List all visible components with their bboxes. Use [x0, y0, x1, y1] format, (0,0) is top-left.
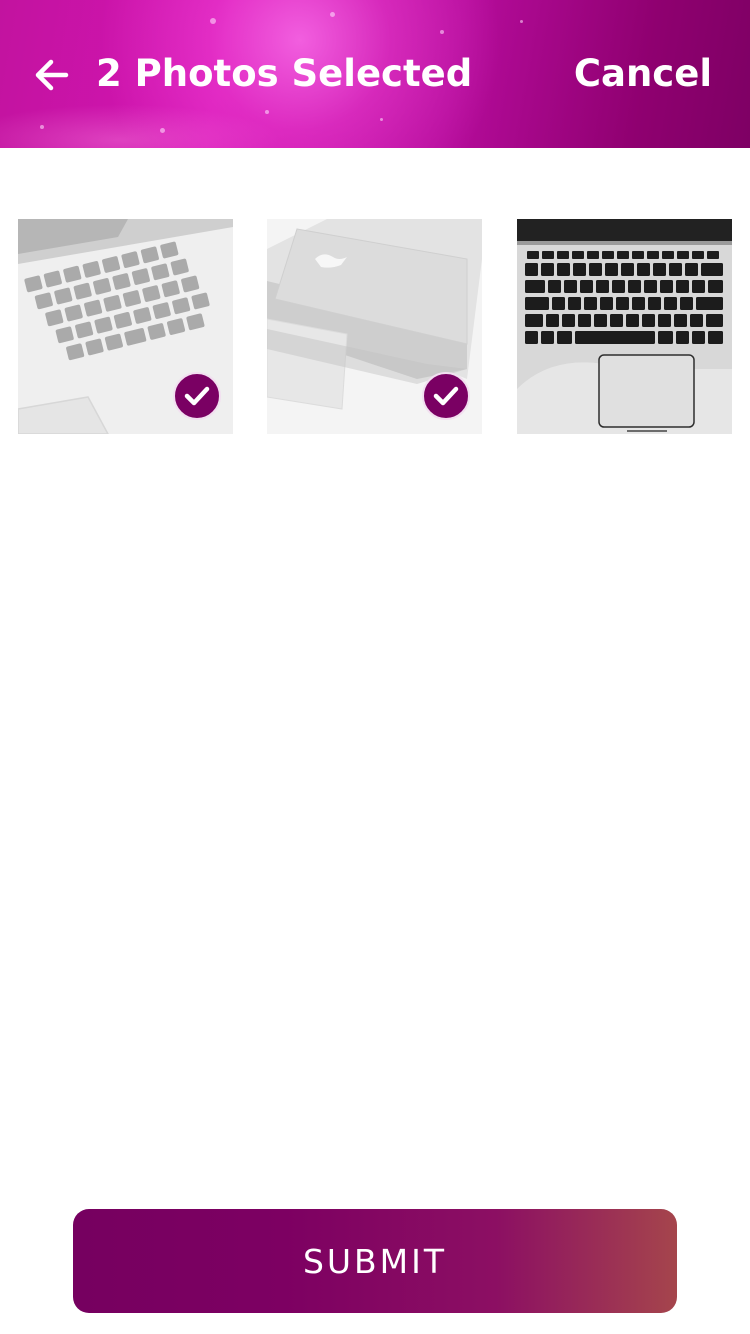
checkmark-icon — [433, 386, 459, 406]
photo-thumbnail-1[interactable] — [18, 219, 233, 434]
app-header: 2 Photos Selected Cancel — [0, 0, 750, 148]
arrow-left-icon — [35, 59, 69, 91]
sparkle-decoration — [330, 12, 335, 17]
sparkle-decoration — [520, 20, 523, 23]
laptop-keyboard-trackpad-photo — [517, 219, 732, 434]
sparkle-decoration — [210, 18, 216, 24]
sparkle-decoration — [265, 110, 269, 114]
selected-check-badge — [422, 372, 470, 420]
photo-thumbnail-3[interactable] — [517, 219, 732, 434]
sparkle-decoration — [440, 30, 444, 34]
sparkle-decoration — [380, 118, 383, 121]
cancel-button[interactable]: Cancel — [574, 50, 712, 98]
submit-button[interactable]: SUBMIT — [73, 1209, 677, 1313]
selected-check-badge — [173, 372, 221, 420]
checkmark-icon — [184, 386, 210, 406]
photo-thumbnail-2[interactable] — [267, 219, 482, 434]
page-title: 2 Photos Selected — [96, 52, 473, 95]
sparkle-decoration — [160, 128, 165, 133]
sparkle-decoration — [40, 125, 44, 129]
back-button[interactable] — [32, 54, 74, 96]
